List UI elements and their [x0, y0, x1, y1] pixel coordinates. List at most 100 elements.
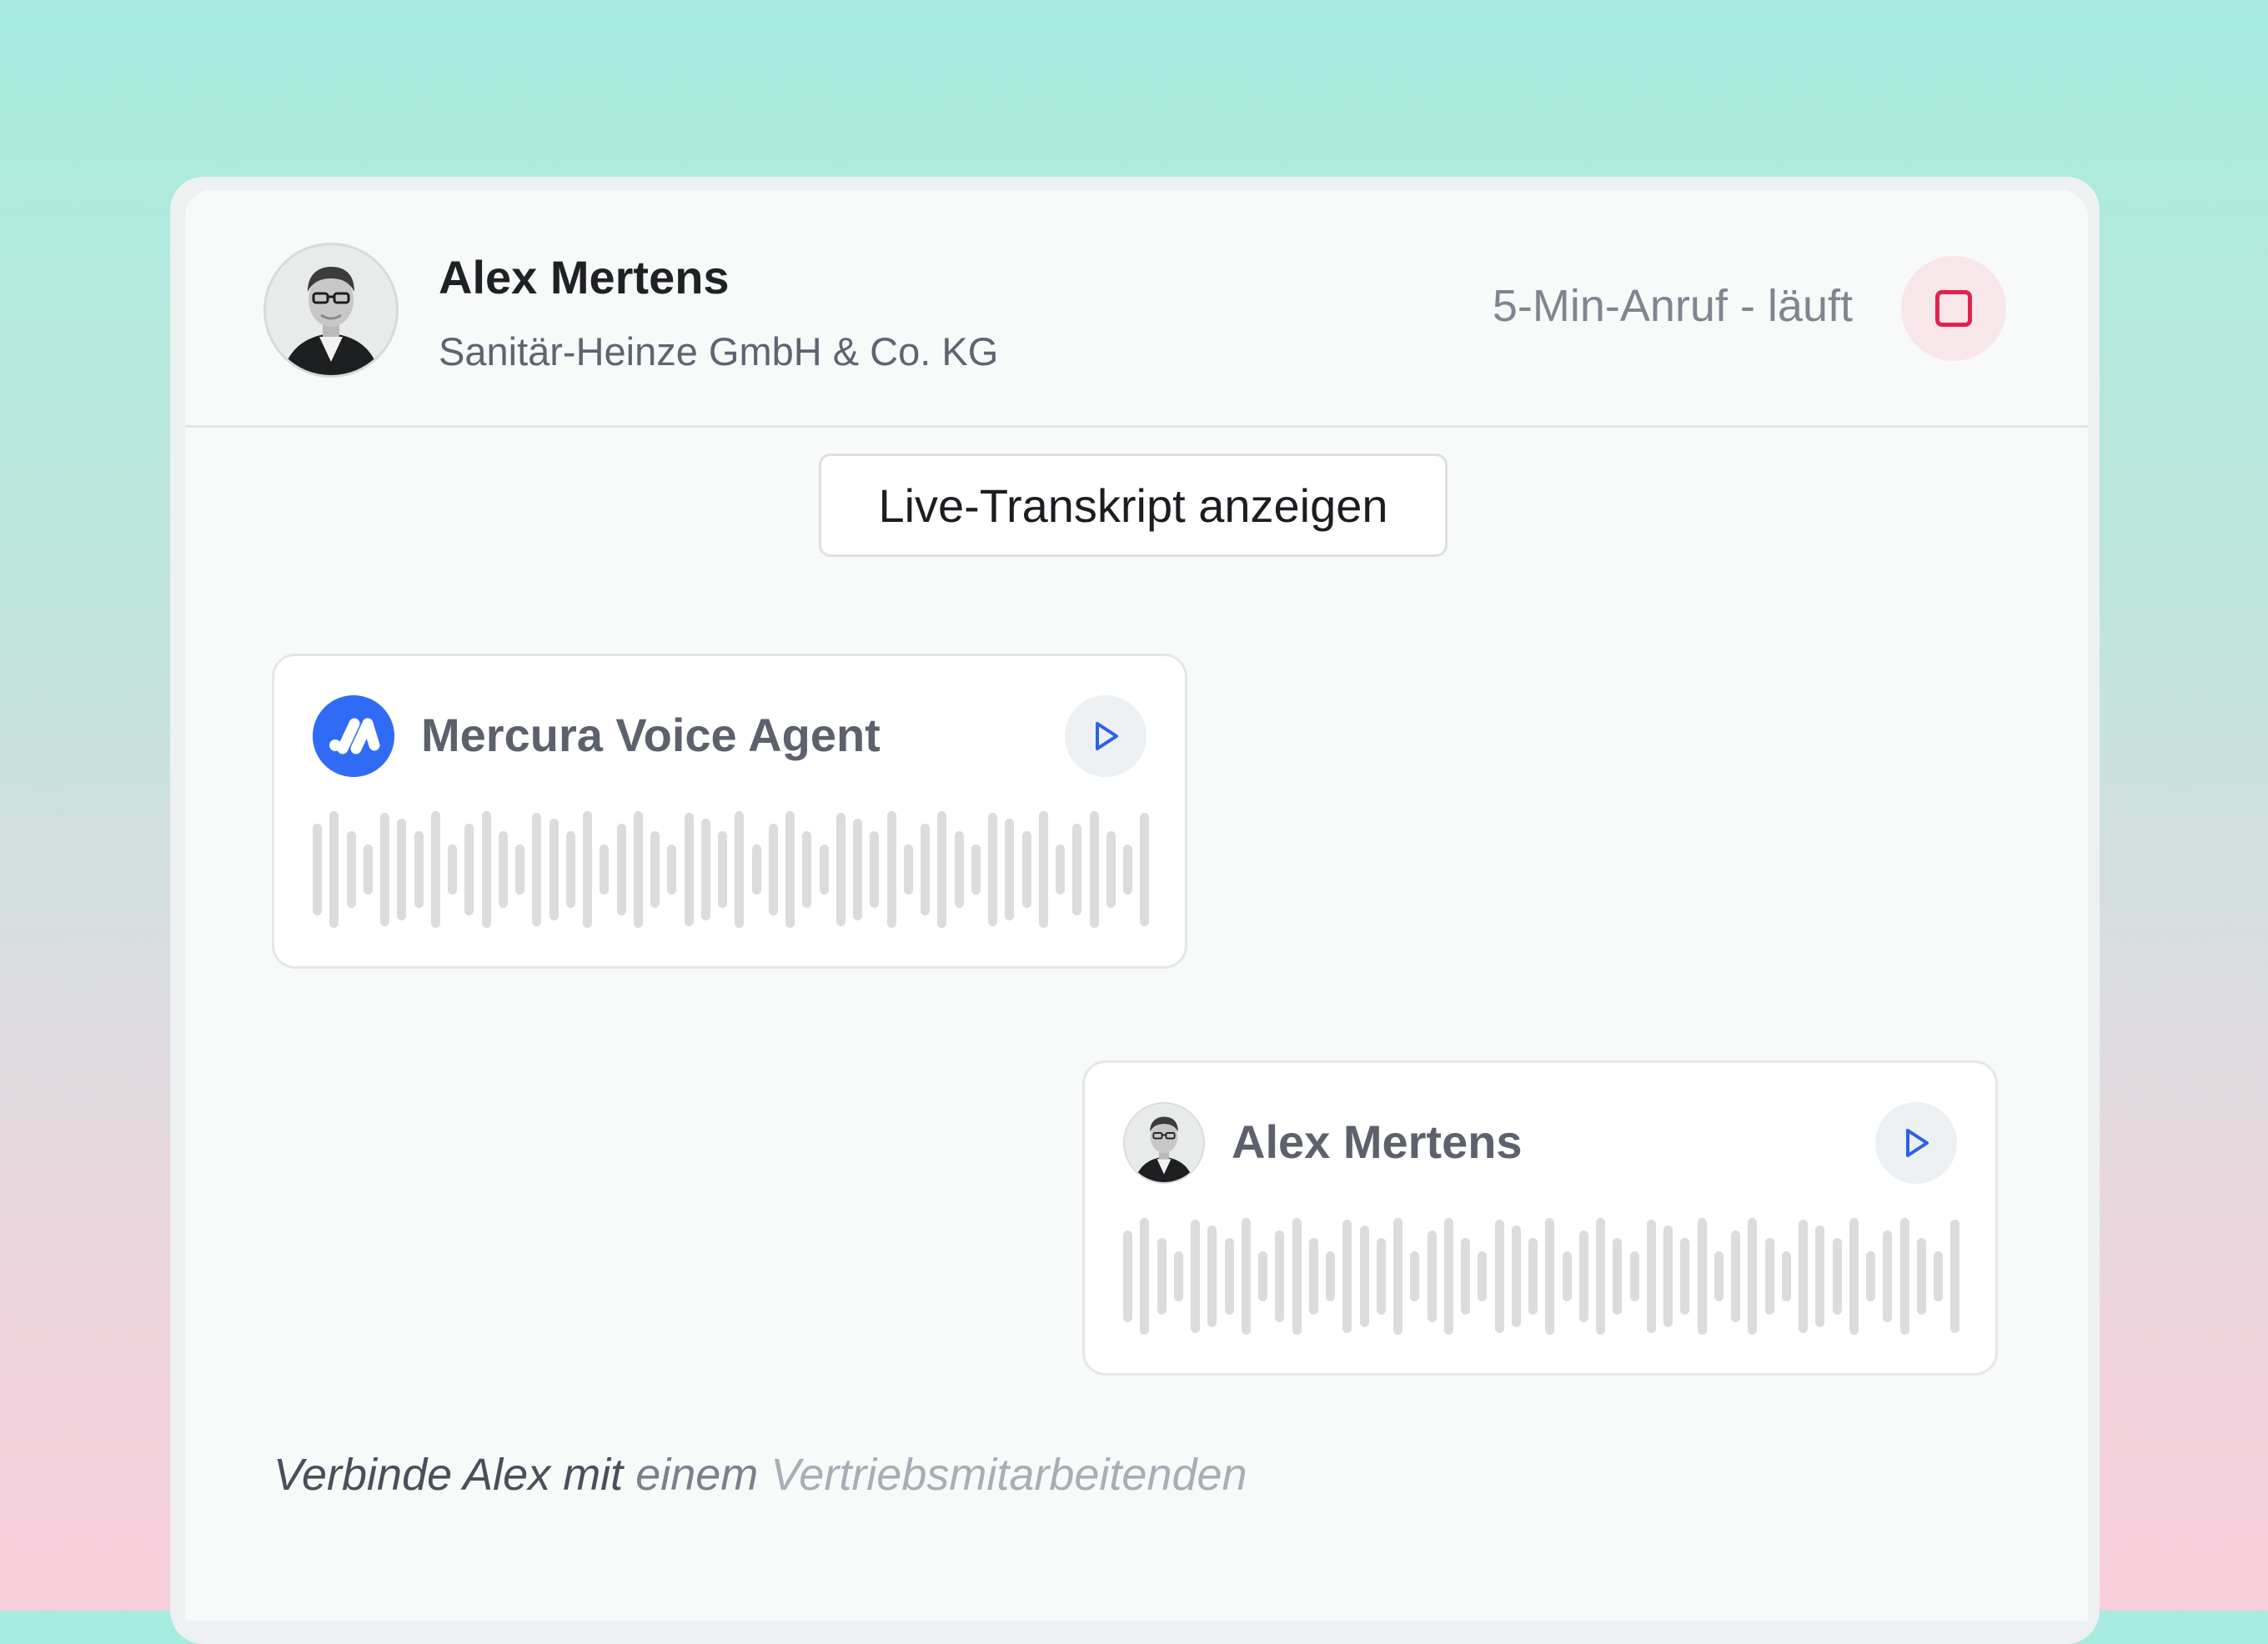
waveform-bar: [1545, 1218, 1555, 1335]
waveform-bar: [971, 845, 981, 895]
waveform-bar: [667, 845, 677, 895]
waveform-bar: [1461, 1238, 1470, 1315]
caller-message: Alex Mertens: [1082, 1060, 1998, 1376]
waveform-bar: [1106, 831, 1116, 908]
waveform-bar: [835, 813, 845, 926]
waveform-bar: [1899, 1218, 1909, 1335]
waveform-bar: [988, 813, 997, 926]
waveform-bar: [1342, 1220, 1352, 1333]
waveform-bar: [1866, 1251, 1875, 1301]
waveform-bar: [481, 811, 491, 928]
waveform-bar: [785, 811, 795, 928]
waveform-bar: [1140, 813, 1150, 926]
caller-play-button[interactable]: [1875, 1102, 1957, 1184]
waveform-bar: [886, 811, 896, 928]
waveform-bar: [1056, 845, 1065, 895]
agent-name: Mercura Voice Agent: [421, 709, 881, 761]
waveform-bar: [1478, 1251, 1488, 1301]
call-status: 5-Min-Anruf - läuft: [1492, 281, 1853, 331]
waveform-bar: [903, 845, 913, 895]
waveform-bar: [954, 831, 964, 908]
waveform-bar: [397, 819, 407, 920]
waveform-bar: [751, 845, 761, 895]
waveform-bar: [1528, 1238, 1538, 1315]
waveform-bar: [549, 819, 559, 920]
waveform-bar: [700, 819, 710, 920]
waveform-bar: [363, 845, 373, 895]
waveform-bar: [853, 819, 862, 920]
agent-waveform: [313, 811, 1150, 928]
waveform-bar: [1578, 1230, 1588, 1322]
caller-message-name: Alex Mertens: [1232, 1115, 1523, 1168]
waveform-bar: [616, 824, 626, 915]
waveform-bar: [1275, 1230, 1285, 1322]
caller-name: Alex Mertens: [439, 251, 730, 303]
waveform-bar: [1764, 1238, 1774, 1315]
waveform-bar: [1832, 1238, 1842, 1315]
waveform-bar: [1021, 831, 1031, 908]
waveform-bar: [1224, 1238, 1234, 1315]
waveform-bar: [819, 845, 829, 895]
footer-strip: [185, 1621, 2088, 1641]
waveform-bar: [1376, 1238, 1386, 1315]
waveform-bar: [1731, 1230, 1740, 1322]
waveform-bar: [1123, 845, 1132, 895]
waveform-bar: [1849, 1218, 1859, 1335]
waveform-bar: [515, 845, 524, 895]
waveform-bar: [1072, 824, 1082, 915]
waveform-bar: [1663, 1225, 1673, 1327]
waveform-bar: [718, 831, 727, 908]
waveform-bar: [1950, 1220, 1960, 1333]
waveform-bar: [583, 811, 592, 928]
call-header: Alex Mertens Sanitär-Heinze GmbH & Co. K…: [185, 190, 2088, 428]
waveform-bar: [735, 811, 745, 928]
waveform-bar: [600, 845, 610, 895]
waveform-bar: [430, 811, 440, 928]
waveform-bar: [1799, 1220, 1808, 1333]
caller-company: Sanitär-Heinze GmbH & Co. KG: [439, 329, 999, 373]
caller-waveform: [1123, 1218, 1960, 1335]
agent-play-button[interactable]: [1065, 695, 1147, 777]
live-transcript-button[interactable]: Live-Transkript anzeigen: [819, 454, 1448, 557]
waveform-bar: [1005, 819, 1015, 920]
waveform-bar: [1883, 1230, 1893, 1322]
waveform-bar: [1646, 1220, 1656, 1333]
waveform-bar: [1359, 1225, 1369, 1327]
waveform-bar: [448, 845, 457, 895]
waveform-bar: [1308, 1238, 1318, 1315]
waveform-bar: [937, 811, 947, 928]
waveform-bar: [380, 813, 389, 926]
waveform-bar: [1191, 1220, 1200, 1333]
caller-avatar: [263, 243, 399, 378]
waveform-bar: [1427, 1230, 1437, 1322]
waveform-bar: [870, 831, 880, 908]
waveform-bar: [313, 824, 322, 915]
stop-call-button[interactable]: [1901, 256, 2006, 361]
waveform-bar: [1292, 1218, 1302, 1335]
avatar: [1123, 1102, 1205, 1184]
stop-icon: [1935, 290, 1972, 327]
waveform-bar: [1207, 1225, 1217, 1327]
waveform-bar: [1173, 1251, 1183, 1301]
play-icon: [1906, 1129, 1929, 1157]
waveform-bar: [684, 813, 694, 926]
waveform-bar: [1258, 1251, 1267, 1301]
waveform-bar: [1443, 1218, 1453, 1335]
waveform-bar: [768, 824, 778, 915]
status-part-3: Vertriebsmitarbeitenden: [770, 1450, 1247, 1500]
waveform-bar: [1748, 1218, 1758, 1335]
agent-message: Mercura Voice Agent: [272, 654, 1187, 969]
waveform-bar: [1781, 1251, 1791, 1301]
mercura-logo-icon: [313, 695, 394, 777]
waveform-bar: [1123, 1230, 1132, 1322]
waveform-bar: [650, 831, 660, 908]
waveform-bar: [1393, 1218, 1402, 1335]
waveform-bar: [498, 831, 508, 908]
waveform-bar: [802, 831, 812, 908]
waveform-bar: [1410, 1251, 1420, 1301]
waveform-bar: [1697, 1218, 1707, 1335]
waveform-bar: [1494, 1220, 1504, 1333]
waveform-bar: [1916, 1238, 1926, 1315]
status-part-1: Verbinde Alex mit: [273, 1450, 624, 1500]
waveform-bar: [1157, 1238, 1167, 1315]
